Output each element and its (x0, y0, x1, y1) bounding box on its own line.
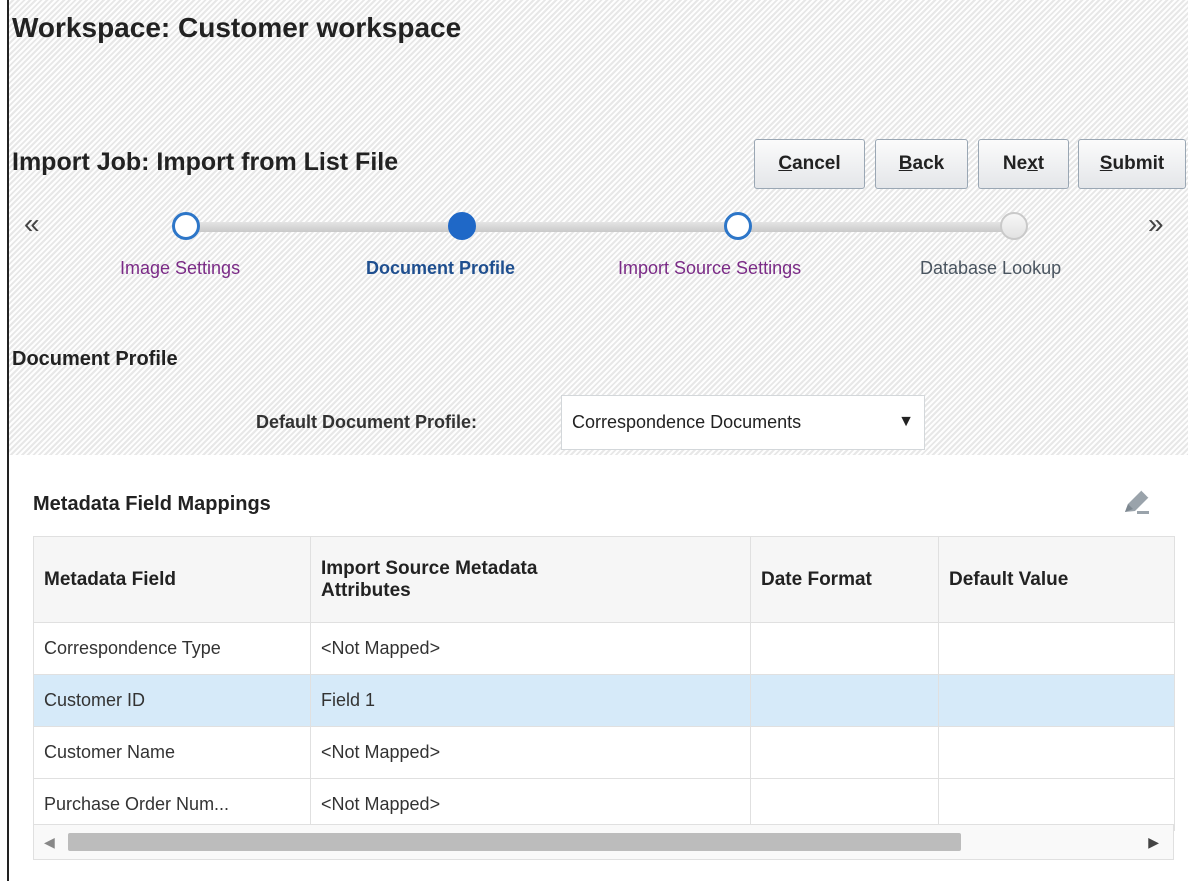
cell-metadata-field: Customer ID (33, 674, 311, 727)
import-job-title: Import Job: Import from List File (12, 148, 399, 176)
pencil-icon[interactable] (1120, 485, 1154, 519)
table-row[interactable]: Purchase Order Num... <Not Mapped> (33, 778, 1175, 831)
scroll-left-icon[interactable]: ◀ (44, 834, 55, 851)
train-connector-2 (466, 222, 738, 232)
cell-default-value[interactable] (938, 778, 1175, 831)
metadata-field-mappings-title: Metadata Field Mappings (33, 493, 271, 515)
default-document-profile-select[interactable]: Correspondence Documents ▼ (561, 395, 925, 450)
scrollbar-thumb[interactable] (68, 833, 961, 851)
train-stop-import-source-settings[interactable] (724, 212, 752, 240)
cell-import-source[interactable]: <Not Mapped> (310, 778, 751, 831)
train-label-image-settings[interactable]: Image Settings (120, 258, 240, 279)
cell-metadata-field: Customer Name (33, 726, 311, 779)
cell-date-format[interactable] (750, 674, 939, 727)
column-header-import-source-attributes[interactable]: Import Source Metadata Attributes (310, 536, 751, 623)
back-label: ack (912, 153, 945, 174)
cancel-mnemonic: C (778, 153, 793, 174)
table-row[interactable]: Customer Name <Not Mapped> (33, 726, 1175, 779)
train-connector-1 (186, 222, 458, 232)
cell-import-source[interactable]: Field 1 (310, 674, 751, 727)
select-value: Correspondence Documents (572, 412, 802, 432)
cell-date-format[interactable] (750, 778, 939, 831)
next-label-rest: t (1037, 153, 1045, 174)
dropdown-caret-icon: ▼ (898, 413, 914, 430)
default-document-profile-label: Default Document Profile: (256, 412, 478, 432)
workspace-title: Workspace: Customer workspace (12, 12, 462, 43)
cell-import-source[interactable]: <Not Mapped> (310, 622, 751, 675)
back-button[interactable]: Back (875, 139, 968, 189)
cell-metadata-field: Correspondence Type (33, 622, 311, 675)
submit-button[interactable]: Submit (1078, 139, 1186, 189)
train-stop-document-profile (448, 212, 476, 240)
cell-default-value[interactable] (938, 622, 1175, 675)
train-label-document-profile: Document Profile (366, 258, 516, 278)
table-header-row: Metadata Field Import Source Metadata At… (33, 536, 1175, 623)
table-row[interactable]: Correspondence Type <Not Mapped> (33, 622, 1175, 675)
train-stop-image-settings[interactable] (172, 212, 200, 240)
next-label-pre: Ne (1002, 153, 1028, 174)
submit-label: ubmit (1112, 153, 1165, 174)
cell-default-value[interactable] (938, 674, 1175, 727)
import-job-page: Workspace: Customer workspace Import Job… (0, 0, 1188, 881)
cancel-label: ancel (792, 153, 841, 174)
cell-import-source[interactable]: <Not Mapped> (310, 726, 751, 779)
train-connector-3 (746, 222, 1012, 232)
column-header-date-format[interactable]: Date Format (750, 536, 939, 623)
metadata-mappings-table: Metadata Field Import Source Metadata At… (33, 536, 1175, 831)
train-stop-database-lookup (1000, 212, 1028, 240)
horizontal-scrollbar[interactable]: ◀ ▶ (33, 824, 1174, 860)
cancel-button[interactable]: Cancel (754, 139, 865, 189)
cell-default-value[interactable] (938, 726, 1175, 779)
cell-metadata-field: Purchase Order Num... (33, 778, 311, 831)
next-mnemonic: x (1027, 153, 1038, 174)
cell-date-format[interactable] (750, 726, 939, 779)
cell-date-format[interactable] (750, 622, 939, 675)
train-previous-icon[interactable]: « (24, 208, 40, 240)
back-mnemonic: B (898, 153, 913, 174)
table-row-selected[interactable]: Customer ID Field 1 (33, 674, 1175, 727)
next-button[interactable]: Ne x t (978, 139, 1069, 189)
column-header-default-value[interactable]: Default Value (938, 536, 1175, 623)
column-header-metadata-field[interactable]: Metadata Field (33, 536, 311, 623)
submit-mnemonic: S (1099, 153, 1113, 174)
train-next-icon[interactable]: » (1148, 208, 1164, 240)
train-label-database-lookup: Database Lookup (920, 258, 1062, 278)
train-label-import-source-settings[interactable]: Import Source Settings (618, 258, 801, 279)
scroll-right-icon[interactable]: ▶ (1148, 834, 1159, 851)
document-profile-heading: Document Profile (12, 348, 178, 370)
